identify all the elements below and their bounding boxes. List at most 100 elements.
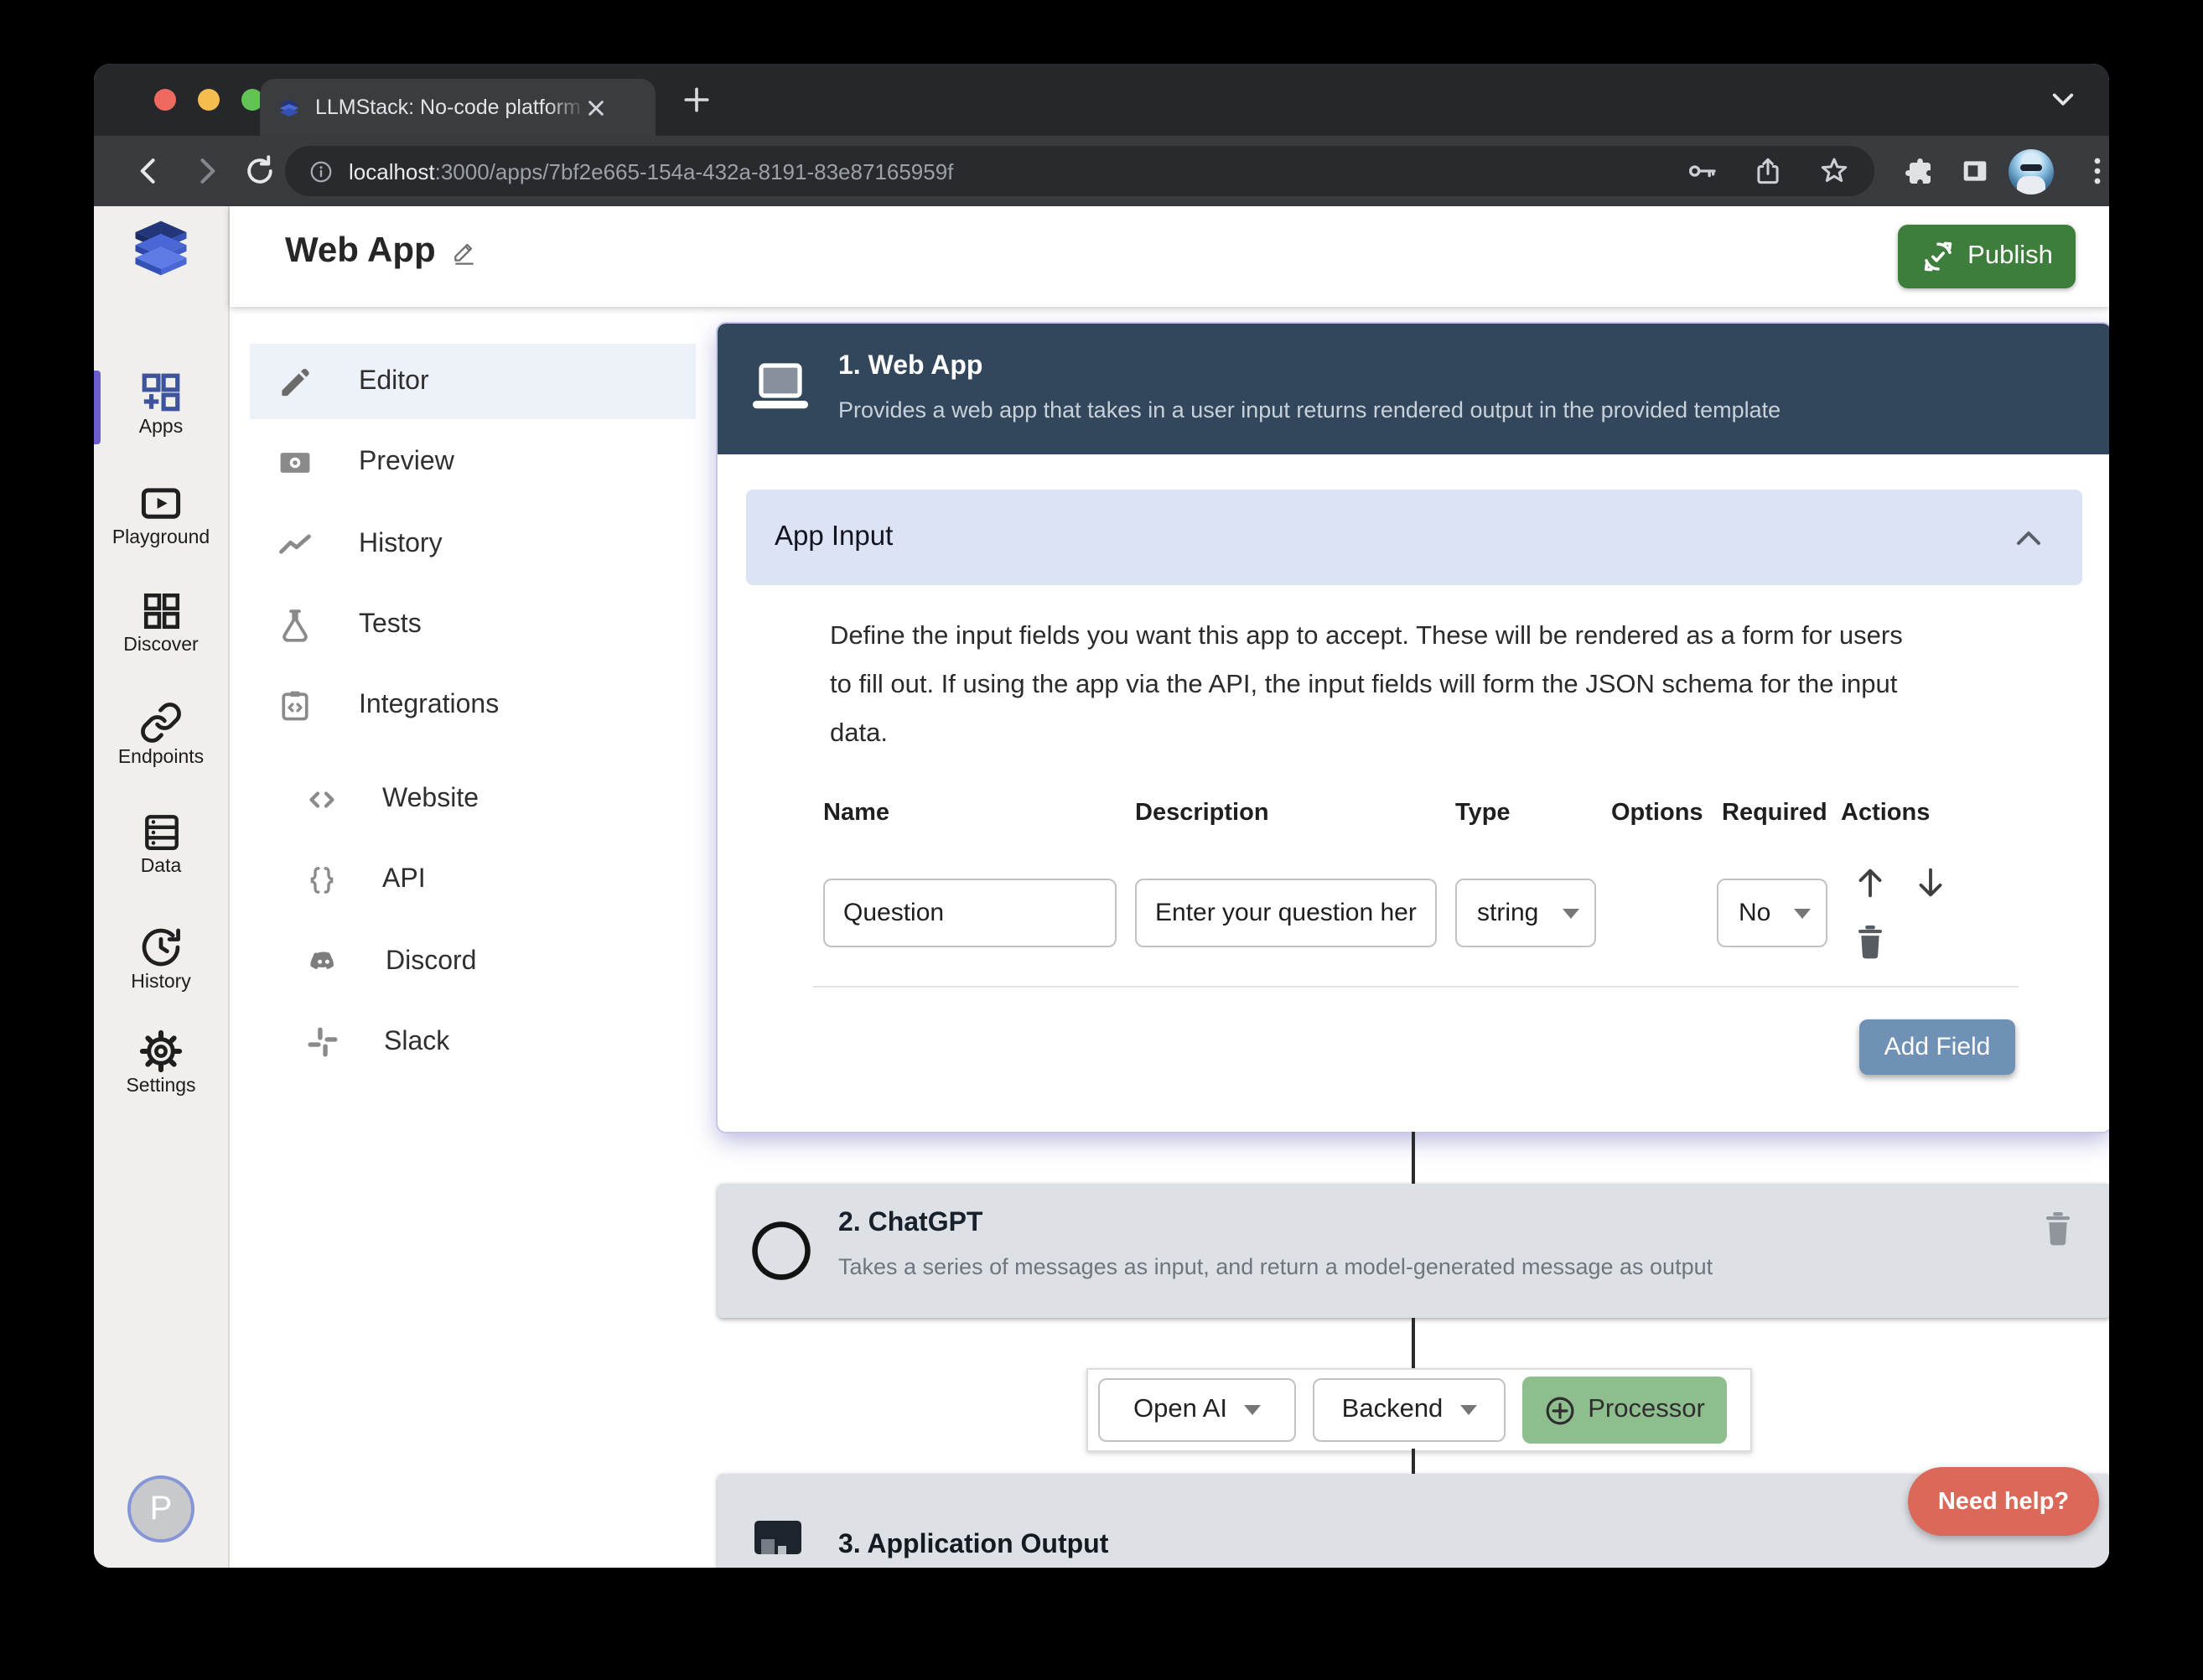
side-panel-icon[interactable] xyxy=(1958,154,1992,188)
discord-icon xyxy=(305,943,342,980)
column-header-actions: Actions xyxy=(1841,800,1930,827)
profile-avatar[interactable] xyxy=(2009,149,2054,194)
delete-step-trash-icon[interactable] xyxy=(2042,1211,2074,1246)
flask-icon xyxy=(277,606,314,643)
step-2-subtitle: Takes a series of messages as input, and… xyxy=(838,1254,1713,1279)
password-key-icon[interactable] xyxy=(1685,154,1718,188)
site-info-icon[interactable] xyxy=(308,158,334,184)
share-icon[interactable] xyxy=(1752,155,1784,187)
browser-toolbar: localhost:3000/apps/7bf2e665-154a-432a-8… xyxy=(94,136,2109,206)
step-3-title: 3. Application Output xyxy=(838,1531,1108,1561)
window-minimize-button[interactable] xyxy=(198,89,220,111)
nav-item-integrations[interactable]: Integrations xyxy=(250,667,696,743)
app-input-description: Define the input fields you want this ap… xyxy=(830,612,2020,758)
url-text: localhost:3000/apps/7bf2e665-154a-432a-8… xyxy=(349,158,1685,184)
connector-line xyxy=(1412,1132,1415,1184)
browser-menu-icon[interactable] xyxy=(2082,154,2109,188)
add-processor-button[interactable]: Processor xyxy=(1522,1377,1727,1444)
app-input-title: App Input xyxy=(775,521,893,553)
curly-braces-icon xyxy=(305,863,339,896)
editor-scroll-area[interactable]: Editor Preview History Tests xyxy=(230,307,2109,1568)
column-header-type: Type xyxy=(1455,800,1511,827)
sidebar-item-endpoints[interactable]: Endpoints xyxy=(94,701,228,768)
code-brackets-icon xyxy=(305,782,339,816)
sidebar-item-history[interactable]: History xyxy=(94,926,228,993)
tab-title: LLMStack: No-code platform to xyxy=(315,96,587,119)
nav-item-tests[interactable]: Tests xyxy=(250,587,696,662)
field-required-select[interactable]: No xyxy=(1717,879,1827,947)
nav-item-history[interactable]: History xyxy=(250,506,696,582)
nav-item-discord[interactable]: Discord xyxy=(250,924,696,999)
clipboard-code-icon xyxy=(277,687,314,723)
browser-tab-bar: LLMStack: No-code platform to xyxy=(94,64,2109,136)
category-select[interactable]: Backend xyxy=(1313,1378,1506,1442)
move-up-icon[interactable] xyxy=(1851,863,1889,902)
column-header-name: Name xyxy=(823,800,889,827)
step-1-header: 1. Web App Provides a web app that takes… xyxy=(718,324,2109,454)
sidebar-item-apps[interactable]: Apps xyxy=(94,371,228,438)
page-title: Web App xyxy=(285,231,478,272)
tab-close-icon[interactable] xyxy=(587,98,605,117)
trend-line-icon xyxy=(277,526,314,563)
column-header-description: Description xyxy=(1135,800,1269,827)
bookmark-star-icon[interactable] xyxy=(1817,154,1851,188)
user-avatar[interactable]: P xyxy=(127,1475,194,1543)
add-processor-bar: Open AI Backend Processor xyxy=(1086,1368,1752,1452)
address-bar[interactable]: localhost:3000/apps/7bf2e665-154a-432a-8… xyxy=(285,146,1874,196)
openai-logo-icon xyxy=(746,1216,816,1286)
delete-field-trash-icon[interactable] xyxy=(1854,924,1886,959)
tab-favicon-llmstack xyxy=(277,95,302,120)
llmstack-logo[interactable] xyxy=(94,215,228,282)
plus-circle-icon xyxy=(1544,1394,1576,1426)
chevron-down-icon xyxy=(1459,1405,1476,1415)
field-type-select[interactable]: string xyxy=(1455,879,1596,947)
nav-item-website[interactable]: Website xyxy=(250,761,696,837)
desktop-background: LLMStack: No-code platform to xyxy=(0,0,2203,1680)
sidebar-item-discover[interactable]: Discover xyxy=(94,590,228,656)
browser-window: LLMStack: No-code platform to xyxy=(94,64,2109,1568)
reload-button[interactable] xyxy=(241,153,278,189)
forward-button[interactable] xyxy=(188,153,225,189)
sidebar-item-data[interactable]: Data xyxy=(94,811,228,877)
step-1-subtitle: Provides a web app that takes in a user … xyxy=(838,397,1781,423)
nav-item-api[interactable]: API xyxy=(250,842,696,917)
sidebar-item-settings[interactable]: Settings xyxy=(94,1029,228,1097)
step-2-title: 2. ChatGPT xyxy=(838,1209,982,1239)
add-field-button[interactable]: Add Field xyxy=(1859,1019,2015,1075)
connector-line xyxy=(1412,1318,1415,1368)
app-sidebar: Apps Playground Discover Endpoints Data xyxy=(94,206,230,1568)
window-close-button[interactable] xyxy=(154,89,176,111)
nav-item-preview[interactable]: Preview xyxy=(250,424,696,500)
nav-item-slack[interactable]: Slack xyxy=(250,1004,696,1080)
preview-eye-icon xyxy=(277,443,314,480)
publish-button[interactable]: Publish xyxy=(1898,225,2076,288)
back-button[interactable] xyxy=(131,153,168,189)
app-input-section-header[interactable]: App Input xyxy=(746,490,2082,585)
field-name-input[interactable] xyxy=(823,879,1117,947)
collapse-chevron-up-icon[interactable] xyxy=(2015,528,2042,547)
chevron-down-icon xyxy=(1794,908,1811,918)
field-description-input[interactable] xyxy=(1135,879,1437,947)
provider-select[interactable]: Open AI xyxy=(1098,1378,1296,1442)
step-1-web-app-card: 1. Web App Provides a web app that takes… xyxy=(718,324,2109,1132)
publish-sync-check-icon xyxy=(1920,240,1954,273)
extensions-puzzle-icon[interactable] xyxy=(1901,154,1935,188)
page-header: Web App Publish xyxy=(230,206,2109,307)
step-2-chatgpt-card[interactable]: 2. ChatGPT Takes a series of messages as… xyxy=(718,1184,2109,1318)
browser-tab[interactable]: LLMStack: No-code platform to xyxy=(260,79,656,136)
connector-line xyxy=(1412,1449,1415,1474)
step-3-application-output-card[interactable]: 3. Application Output xyxy=(718,1474,2109,1568)
move-down-icon[interactable] xyxy=(1911,863,1950,902)
chevron-down-icon xyxy=(1563,908,1579,918)
pencil-icon xyxy=(277,363,314,400)
row-divider xyxy=(813,986,2019,988)
column-header-required: Required xyxy=(1722,800,1827,827)
sidebar-item-playground[interactable]: Playground xyxy=(94,481,228,548)
laptop-icon xyxy=(749,360,811,416)
tab-search-chevron-icon[interactable] xyxy=(2050,91,2076,111)
edit-title-icon[interactable] xyxy=(451,238,478,265)
need-help-button[interactable]: Need help? xyxy=(1908,1467,2099,1536)
nav-item-editor[interactable]: Editor xyxy=(250,344,696,419)
new-tab-button[interactable] xyxy=(682,86,711,114)
monitor-icon xyxy=(751,1517,805,1564)
